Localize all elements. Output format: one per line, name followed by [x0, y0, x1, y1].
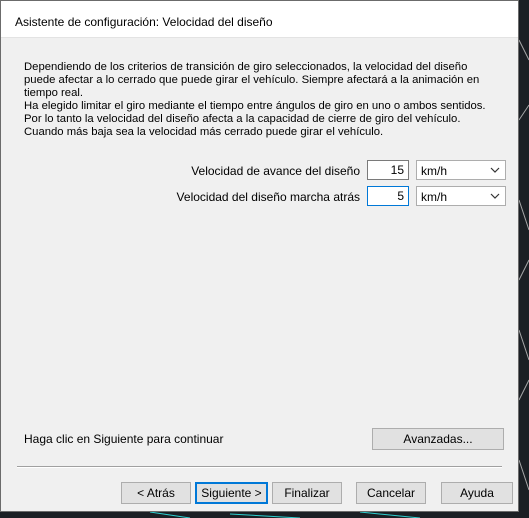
reverse-speed-unit-select[interactable]: km/h: [416, 186, 506, 206]
footer-divider: [17, 466, 502, 468]
setup-wizard-dialog: Asistente de configuración: Velocidad de…: [0, 0, 519, 512]
back-button[interactable]: < Atrás: [121, 482, 191, 504]
title-bar: Asistente de configuración: Velocidad de…: [1, 1, 518, 38]
description-paragraph-2: Ha elegido limitar el giro mediante el t…: [24, 100, 486, 138]
window-title: Asistente de configuración: Velocidad de…: [15, 15, 273, 29]
advanced-button[interactable]: Avanzadas...: [372, 428, 504, 450]
forward-speed-unit-select[interactable]: km/h: [416, 160, 506, 180]
continue-hint: Haga clic en Siguiente para continuar: [24, 432, 224, 446]
reverse-speed-input[interactable]: 5: [367, 186, 409, 206]
forward-speed-unit-value: km/h: [421, 164, 448, 178]
reverse-speed-unit-value: km/h: [421, 190, 448, 204]
finish-button[interactable]: Finalizar: [272, 482, 342, 504]
description-paragraph-1: Dependiendo de los criterios de transici…: [24, 61, 480, 99]
chevron-down-icon: [490, 193, 500, 199]
forward-speed-label: Velocidad de avance del diseño: [191, 164, 360, 178]
chevron-down-icon: [490, 167, 500, 173]
cancel-button[interactable]: Cancelar: [356, 482, 426, 504]
reverse-speed-label: Velocidad del diseño marcha atrás: [176, 190, 360, 204]
help-button[interactable]: Ayuda: [441, 482, 513, 504]
next-button[interactable]: Siguiente >: [195, 482, 268, 504]
forward-speed-input[interactable]: 15: [367, 160, 409, 180]
